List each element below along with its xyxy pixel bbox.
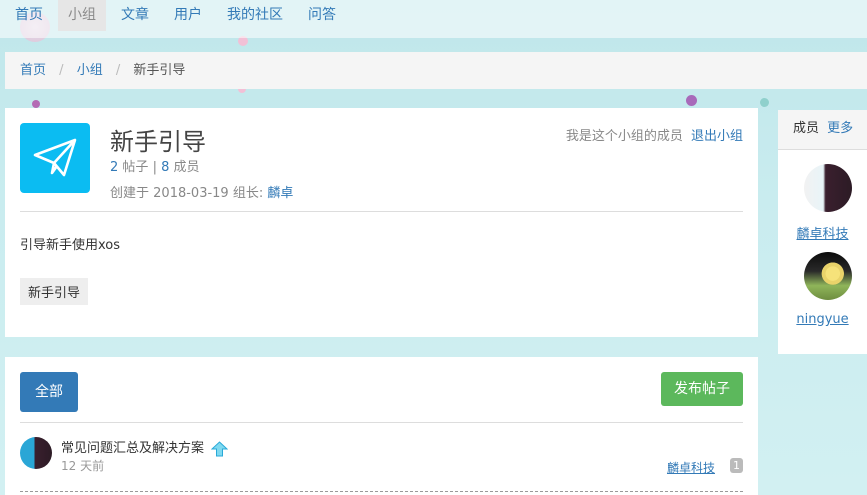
paper-plane-icon <box>33 138 77 177</box>
post-time: 12 天前 <box>61 459 105 473</box>
decor-bubble <box>686 95 697 106</box>
members-heading: 成员 <box>793 121 820 136</box>
group-logo <box>20 123 90 193</box>
created-prefix: 创建于 <box>110 186 150 201</box>
owner-label: 组长: <box>232 186 264 201</box>
members-more-link[interactable]: 更多 <box>827 121 853 136</box>
post-author[interactable]: 麟卓科技 <box>667 459 715 476</box>
post-title-link[interactable]: 常见问题汇总及解决方案 <box>61 441 204 456</box>
members-panel: 成员 更多 麟卓科技 ningyue <box>778 110 867 354</box>
posts-card: 全部 发布帖子 常见问题汇总及解决方案 12 天前 麟卓科技 1 <box>5 357 758 495</box>
post-title: 常见问题汇总及解决方案 <box>61 437 229 457</box>
nav-groups[interactable]: 小组 <box>58 0 106 31</box>
reply-count-badge: 1 <box>730 458 743 473</box>
divider <box>20 422 743 423</box>
group-description: 引导新手使用xos <box>20 238 121 253</box>
decor-bubble <box>760 98 769 107</box>
group-meta: 创建于 2018-03-19 组长: 麟卓 <box>110 182 293 201</box>
breadcrumb-home[interactable]: 首页 <box>20 63 46 78</box>
post-list-item: 常见问题汇总及解决方案 12 天前 麟卓科技 1 <box>20 435 743 490</box>
membership-text: 我是这个小组的成员 <box>565 129 683 144</box>
up-arrow-icon <box>211 440 229 456</box>
group-stats: 2 帖子 | 8 成员 <box>110 156 200 175</box>
member-count-label: 成员 <box>173 160 200 175</box>
post-count[interactable]: 2 <box>110 160 118 175</box>
group-title: 新手引导 <box>110 128 206 156</box>
stats-separator: | <box>152 160 157 175</box>
avatar[interactable] <box>804 252 852 300</box>
publish-post-button[interactable]: 发布帖子 <box>661 372 743 406</box>
top-nav: 首页 小组 文章 用户 我的社区 问答 <box>0 0 867 38</box>
member-name[interactable]: 麟卓科技 <box>778 223 867 242</box>
decor-bubble <box>32 100 40 108</box>
post-count-label: 帖子 <box>122 160 149 175</box>
owner-link[interactable]: 麟卓 <box>267 186 293 201</box>
group-tag[interactable]: 新手引导 <box>20 278 89 305</box>
avatar[interactable] <box>804 164 852 212</box>
divider <box>20 211 743 212</box>
breadcrumb-separator: / <box>115 63 121 78</box>
leave-group-link[interactable]: 退出小组 <box>691 129 743 144</box>
nav-users[interactable]: 用户 <box>164 0 212 31</box>
breadcrumb-separator: / <box>59 63 64 78</box>
breadcrumb-groups[interactable]: 小组 <box>77 63 103 78</box>
nav-home[interactable]: 首页 <box>5 0 53 31</box>
created-date: 2018-03-19 <box>153 186 229 201</box>
breadcrumb-current: 新手引导 <box>133 63 186 78</box>
members-header: 成员 更多 <box>778 110 867 150</box>
group-info-card: 新手引导 2 帖子 | 8 成员 创建于 2018-03-19 组长: 麟卓 我… <box>5 108 758 337</box>
nav-my-community[interactable]: 我的社区 <box>217 0 293 31</box>
divider <box>20 491 743 492</box>
nav-articles[interactable]: 文章 <box>111 0 159 31</box>
breadcrumb: 首页 / 小组 / 新手引导 <box>5 52 867 89</box>
membership-status: 我是这个小组的成员 退出小组 <box>566 125 743 144</box>
filter-all-button[interactable]: 全部 <box>20 372 78 412</box>
member-count[interactable]: 8 <box>161 160 169 175</box>
nav-qa[interactable]: 问答 <box>298 0 346 31</box>
avatar[interactable] <box>20 437 52 469</box>
member-name[interactable]: ningyue <box>778 312 867 327</box>
